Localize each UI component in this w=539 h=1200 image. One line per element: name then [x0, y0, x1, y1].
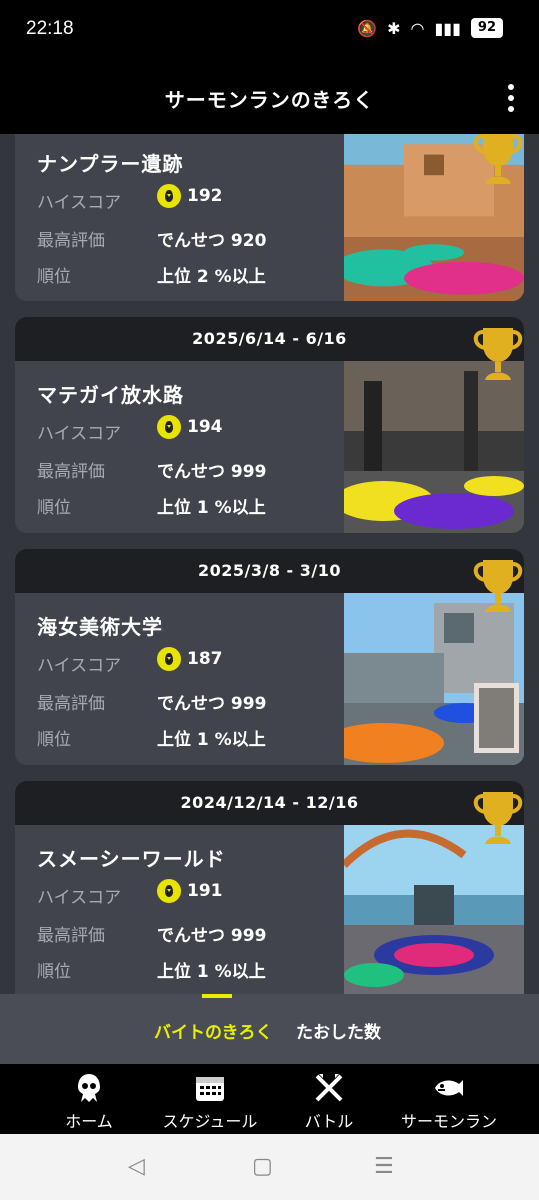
stage-image	[344, 825, 524, 994]
highscore-value: 191	[157, 879, 223, 903]
rank-value: 上位 1 %以上	[157, 498, 266, 518]
trophy-icon	[469, 788, 527, 848]
highscore-label: ハイスコア	[37, 424, 122, 444]
rank-value: 上位 1 %以上	[157, 962, 266, 982]
status-icons: 🔕 ✱ ◠ ▮▮▮ 92	[357, 18, 503, 38]
stage-name: ナンプラー遺跡	[37, 152, 184, 176]
stage-name: 海女美術大学	[37, 615, 163, 639]
best-value: でんせつ 920	[157, 231, 267, 251]
bluetooth-icon: ✱	[387, 18, 401, 38]
card-date: 2024/12/14 - 12/16	[15, 781, 524, 825]
golden-egg-icon	[157, 184, 181, 208]
nav-home[interactable]: ホーム	[34, 1072, 144, 1132]
record-list[interactable]: ナンプラー遺跡 ハイスコア 192 最高評価 でんせつ 920 順位 上位 2 …	[0, 134, 539, 994]
highscore-value: 192	[157, 184, 223, 208]
signal-icon: ▮▮▮	[434, 18, 461, 38]
page-title: サーモンランのきろく	[164, 88, 375, 112]
stage-image	[344, 361, 524, 533]
tab-indicator	[202, 994, 232, 998]
highscore-number: 187	[187, 649, 223, 669]
nav-salmon-run[interactable]: サーモンラン	[394, 1072, 504, 1132]
record-card[interactable]: 2024/12/14 - 12/16 スメーシーワールド ハイスコア 191 最…	[15, 781, 524, 994]
card-date: 2025/3/8 - 3/10	[15, 549, 524, 593]
rank-label: 順位	[37, 730, 71, 750]
golden-egg-icon	[157, 647, 181, 671]
rank-value: 上位 1 %以上	[157, 730, 266, 750]
trophy-icon	[469, 556, 527, 616]
highscore-label: ハイスコア	[37, 656, 122, 676]
highscore-label: ハイスコア	[37, 193, 122, 213]
calendar-icon	[196, 1077, 224, 1101]
bottom-nav: ホーム スケジュール バトル サーモンラン	[0, 1064, 539, 1134]
best-label: 最高評価	[37, 462, 105, 482]
record-card[interactable]: 2025/3/8 - 3/10 海女美術大学 ハイスコア 187 最高評価 でん…	[15, 549, 524, 765]
card-date: 2025/6/14 - 6/16	[15, 317, 524, 361]
highscore-number: 192	[187, 186, 223, 206]
highscore-number: 194	[187, 417, 223, 437]
tab-work-records[interactable]: バイトのきろく	[154, 1018, 273, 1043]
trophy-icon	[469, 134, 527, 188]
home-icon[interactable]: ▢	[252, 1154, 273, 1179]
salmon-icon	[435, 1080, 463, 1096]
best-value: でんせつ 999	[157, 926, 267, 946]
recents-icon[interactable]: ☰	[374, 1154, 394, 1179]
stage-image	[344, 593, 524, 765]
system-nav-bar: ◁ ▢ ☰	[0, 1134, 539, 1200]
trophy-icon	[469, 324, 527, 384]
nav-battle-label: バトル	[304, 1112, 354, 1131]
best-label: 最高評価	[37, 694, 105, 714]
golden-egg-icon	[157, 415, 181, 439]
best-value: でんせつ 999	[157, 462, 267, 482]
back-icon[interactable]: ◁	[128, 1154, 145, 1179]
battle-icon	[315, 1074, 343, 1102]
nav-salmon-run-label: サーモンラン	[400, 1112, 497, 1131]
highscore-label: ハイスコア	[37, 888, 122, 908]
rank-label: 順位	[37, 962, 71, 982]
record-card[interactable]: 2025/6/14 - 6/16 マテガイ放水路 ハイスコア 194 最高評価 …	[15, 317, 524, 533]
stage-name: マテガイ放水路	[37, 383, 184, 407]
battery-icon: 92	[470, 18, 503, 38]
nav-battle[interactable]: バトル	[274, 1072, 384, 1132]
nav-home-label: ホーム	[65, 1112, 113, 1131]
golden-egg-icon	[157, 879, 181, 903]
wifi-icon: ◠	[410, 18, 425, 38]
best-value: でんせつ 999	[157, 694, 267, 714]
highscore-value: 194	[157, 415, 223, 439]
stage-name: スメーシーワールド	[37, 847, 226, 871]
best-label: 最高評価	[37, 926, 105, 946]
rank-label: 順位	[37, 267, 71, 287]
app-header: サーモンランのきろく	[0, 62, 539, 134]
record-tabs: バイトのきろく たおした数	[0, 994, 539, 1064]
nav-schedule-label: スケジュール	[162, 1112, 258, 1131]
tab-defeated-count[interactable]: たおした数	[296, 1018, 381, 1043]
status-bar: 22:18 🔕 ✱ ◠ ▮▮▮ 92	[0, 0, 539, 62]
record-card[interactable]: ナンプラー遺跡 ハイスコア 192 最高評価 でんせつ 920 順位 上位 2 …	[15, 134, 524, 301]
status-time: 22:18	[26, 18, 74, 39]
mute-icon: 🔕	[357, 18, 378, 38]
highscore-value: 187	[157, 647, 223, 671]
squid-icon	[78, 1074, 100, 1102]
nav-schedule[interactable]: スケジュール	[155, 1072, 265, 1132]
best-label: 最高評価	[37, 231, 105, 251]
rank-label: 順位	[37, 498, 71, 518]
rank-value: 上位 2 %以上	[157, 267, 266, 287]
more-options-icon[interactable]	[507, 84, 515, 112]
highscore-number: 191	[187, 881, 223, 901]
